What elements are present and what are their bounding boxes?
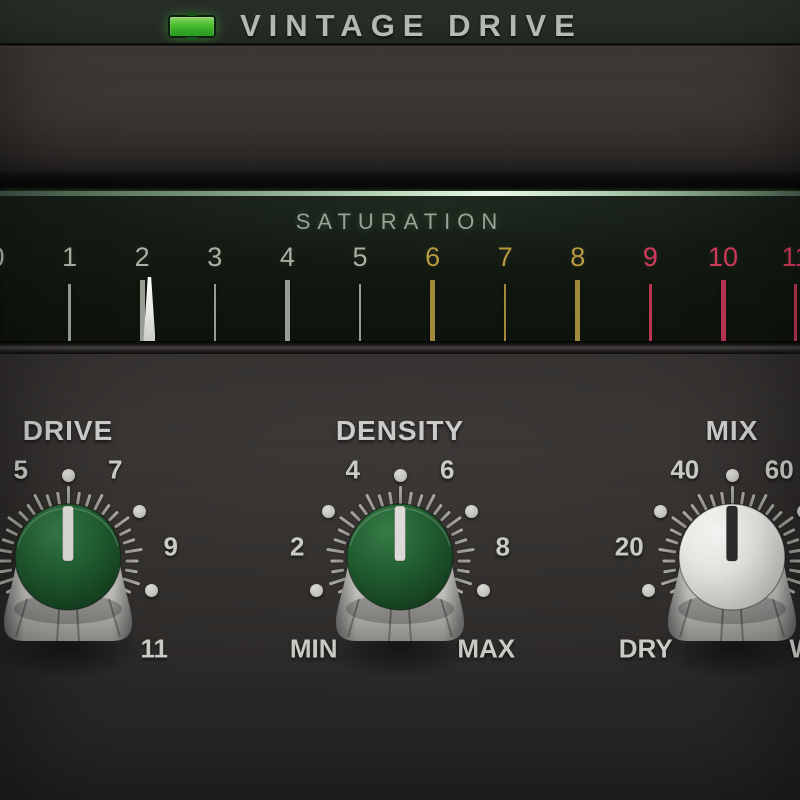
meter-scale-number: 5 <box>352 242 368 272</box>
meter-scale-tick <box>794 284 797 341</box>
meter-scale-number: 2 <box>134 242 150 272</box>
mix-scale-dot <box>654 504 668 518</box>
meter-scale-number: 6 <box>425 242 441 272</box>
mix-knob-title: MIX <box>705 415 759 446</box>
meter-scale-number: 1 <box>62 242 78 272</box>
density-scale-label: MAX <box>457 633 516 664</box>
meter-scale-tick <box>213 284 217 341</box>
blank-panel-strip <box>0 47 800 169</box>
drive-scale-label: 7 <box>107 454 123 485</box>
drive-scale-label: 9 <box>163 531 178 562</box>
meter-scale-tick <box>503 284 507 341</box>
power-led-button[interactable] <box>168 15 216 38</box>
meter-scale-number: 8 <box>570 242 586 272</box>
density-scale-dot <box>393 468 407 482</box>
meter-scale-number: 11 <box>781 242 800 272</box>
mix-knob-section: MIX DRY 20 40 60 <box>562 410 800 710</box>
meter-scale-number: 3 <box>207 242 223 272</box>
mix-scale-dot <box>641 583 655 597</box>
meter-bottom-bezel <box>0 341 800 354</box>
density-scale-label: 6 <box>439 454 455 485</box>
density-scale-dot <box>477 583 491 597</box>
saturation-meter: SATURATION 0 1 2 3 4 5 6 7 8 9 10 11 <box>0 196 800 341</box>
meter-scale-tick <box>284 280 290 341</box>
drive-scale-dot <box>132 504 146 518</box>
meter-scale-tick <box>68 284 71 341</box>
density-scale-label: 2 <box>290 531 305 562</box>
drive-scale-label: 11 <box>140 633 169 664</box>
density-scale-label: 4 <box>345 454 361 485</box>
mix-scale-label: 60 <box>764 454 794 485</box>
drive-knob-section: DRIVE 5 7 9 11 <box>0 410 238 710</box>
density-scale-dot <box>322 504 336 518</box>
meter-scale-number: 10 <box>707 242 739 272</box>
mix-scale-label: WET <box>789 634 800 665</box>
meter-scale-tick <box>430 280 436 341</box>
density-scale-dot <box>464 504 478 518</box>
drive-knob-title: DRIVE <box>22 415 114 446</box>
mix-scale-label: DRY <box>618 633 673 664</box>
saturation-needle <box>143 277 156 341</box>
meter-scale-tick <box>358 284 362 341</box>
meter-scale-number: 7 <box>497 242 513 272</box>
drive-scale-label: 5 <box>13 454 29 485</box>
meter-scale-tick <box>649 284 652 341</box>
header-bar: VINTAGE DRIVE <box>0 0 800 43</box>
drive-scale-dot <box>61 468 75 482</box>
meter-scale-tick <box>720 280 726 341</box>
mix-scale-label: 20 <box>614 531 644 562</box>
meter-recess <box>0 169 800 191</box>
density-knob-title: DENSITY <box>335 415 465 446</box>
meter-scale-number: 4 <box>279 242 295 272</box>
plugin-title: VINTAGE DRIVE <box>240 8 583 43</box>
meter-scale-number: 0 <box>0 244 5 271</box>
meter-scale-number: 9 <box>642 242 658 272</box>
mix-scale-dot <box>725 468 739 482</box>
density-knob-section: DENSITY MIN 2 4 6 8 MAX <box>230 410 570 710</box>
density-scale-label: 8 <box>495 531 510 562</box>
density-scale-dot <box>309 583 323 597</box>
mix-scale-label: 40 <box>670 454 700 485</box>
vintage-drive-plugin: VINTAGE DRIVE SATURATION 01234567891011 … <box>0 0 800 800</box>
drive-scale-dot <box>145 583 159 597</box>
meter-title: SATURATION <box>295 209 505 234</box>
density-scale-label: MIN <box>289 633 338 664</box>
meter-scale-tick <box>575 280 581 341</box>
meter-scale-tick <box>139 280 145 341</box>
